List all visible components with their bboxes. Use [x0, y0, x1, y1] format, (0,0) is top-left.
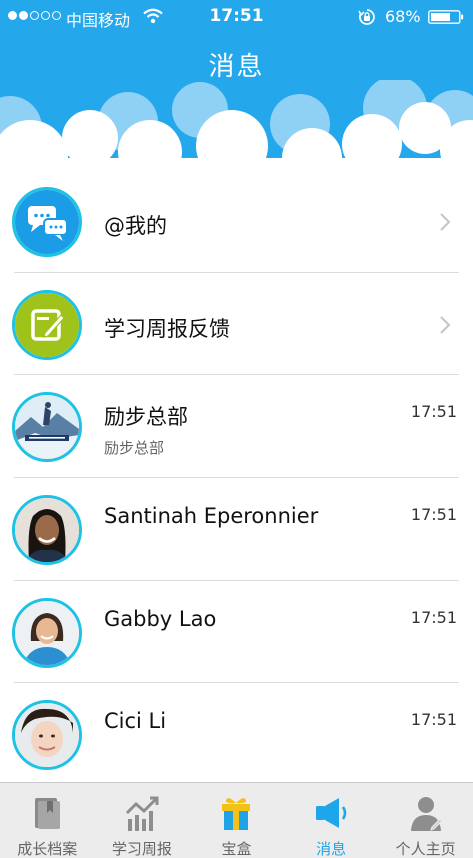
list-item-conversation[interactable]: 励步总部 励步总部 17:51: [0, 375, 473, 479]
list-item-conversation[interactable]: Cici Li 17:51: [0, 683, 473, 782]
tab-personal-home[interactable]: 个人主页: [378, 783, 473, 858]
tab-label: 个人主页: [395, 840, 456, 858]
speaker-icon: [316, 798, 347, 828]
tab-label: 学习周报: [111, 840, 172, 858]
list-item-time: 17:51: [410, 710, 457, 730]
list-item-title: Gabby Lao: [104, 606, 217, 631]
list-item-mentions[interactable]: @我的: [0, 170, 473, 273]
list-item-title: Cici Li: [104, 709, 167, 734]
top-header: 中国移动 17:51 68% 消息: [0, 0, 473, 168]
chat-bubbles-icon: [12, 187, 82, 257]
tab-bar: 成长档案 学习周报 宝盒 消息 个人主页: [0, 782, 473, 858]
person-avatar: [12, 597, 82, 668]
tab-treasure-box[interactable]: 宝盒: [189, 783, 284, 858]
message-list: @我的 学习周报反馈 励步总部 励步总部 17:51 Santinah Eper…: [0, 170, 473, 782]
person-avatar: [12, 700, 82, 771]
tab-weekly-report[interactable]: 学习周报: [95, 783, 190, 858]
list-item-conversation[interactable]: Gabby Lao 17:51: [0, 581, 473, 684]
user-profile-icon: [410, 797, 443, 831]
list-item-title: Santinah Eperonnier: [104, 504, 319, 529]
list-item-title: 励步总部: [104, 405, 188, 430]
list-item-time: 17:51: [410, 607, 457, 627]
tab-label: 消息: [316, 840, 347, 858]
status-bar: 中国移动 17:51 68%: [0, 0, 473, 34]
chevron-right-icon: [440, 315, 451, 334]
trend-chart-icon: [125, 796, 159, 831]
list-item-title: @我的: [104, 214, 167, 238]
battery-percent: 68%: [385, 7, 421, 26]
person-avatar: [12, 495, 82, 566]
list-item-time: 17:51: [410, 402, 457, 422]
tab-messages[interactable]: 消息: [284, 783, 379, 858]
list-item-preview: 励步总部: [104, 439, 165, 458]
rotation-lock-icon: [358, 9, 375, 25]
list-item-weekly-feedback[interactable]: 学习周报反馈: [0, 273, 473, 376]
battery-icon: [428, 10, 464, 24]
chevron-right-icon: [440, 213, 451, 231]
list-item-conversation[interactable]: Santinah Eperonnier 17:51: [0, 478, 473, 581]
list-item-title: 学习周报反馈: [104, 316, 230, 341]
book-icon: [35, 798, 61, 829]
clouds-decoration: [0, 80, 473, 168]
edit-note-icon: [12, 289, 82, 360]
page-title: 消息: [208, 52, 265, 82]
tab-growth-record[interactable]: 成长档案: [0, 783, 95, 858]
snow-scene-avatar: [12, 392, 82, 463]
tab-label: 成长档案: [17, 840, 78, 858]
tab-label: 宝盒: [221, 840, 252, 858]
gift-box-icon: [222, 798, 251, 830]
list-item-time: 17:51: [410, 505, 457, 525]
